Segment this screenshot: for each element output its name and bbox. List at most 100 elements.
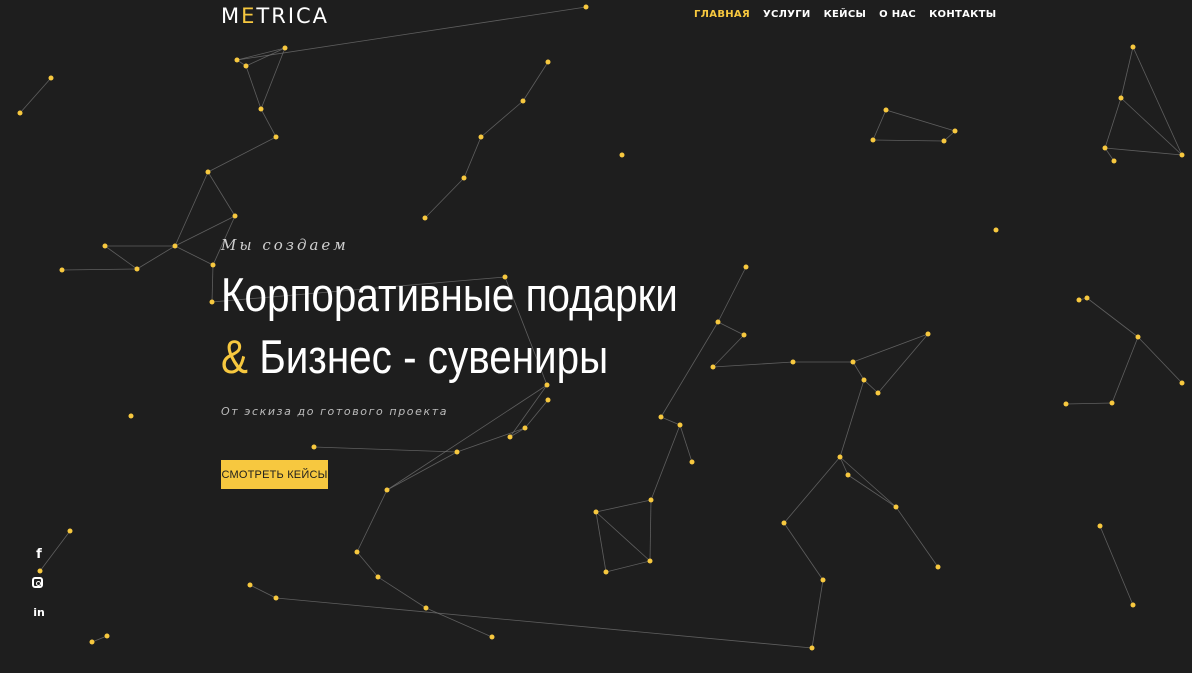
network-line bbox=[717, 321, 745, 336]
network-dot bbox=[489, 634, 495, 640]
network-dot bbox=[875, 390, 881, 396]
network-dot bbox=[790, 359, 796, 365]
network-dot bbox=[478, 134, 484, 140]
network-line bbox=[852, 361, 865, 381]
network-dot bbox=[870, 137, 876, 143]
network-dot bbox=[273, 134, 279, 140]
network-line bbox=[509, 384, 548, 438]
network-line bbox=[1099, 525, 1134, 606]
network-dot bbox=[209, 299, 215, 305]
linkedin-icon[interactable]: in bbox=[31, 604, 47, 621]
network-line bbox=[61, 268, 138, 271]
instagram-icon[interactable] bbox=[31, 575, 47, 592]
network-dot bbox=[603, 569, 609, 575]
network-line bbox=[356, 489, 388, 553]
network-line bbox=[872, 109, 887, 141]
network-dot bbox=[1063, 401, 1069, 407]
network-line bbox=[885, 109, 956, 132]
network-line bbox=[712, 334, 745, 368]
network-dot bbox=[1130, 44, 1136, 50]
network-line bbox=[595, 511, 607, 573]
network-dot bbox=[1179, 380, 1185, 386]
network-line bbox=[136, 245, 176, 270]
network-line bbox=[1132, 46, 1183, 156]
network-dot bbox=[1076, 297, 1082, 303]
network-line bbox=[839, 456, 849, 476]
network-dot bbox=[1084, 295, 1090, 301]
network-line bbox=[249, 584, 277, 599]
network-line bbox=[356, 551, 379, 578]
network-line bbox=[211, 264, 214, 303]
network-dot bbox=[375, 574, 381, 580]
network-line bbox=[425, 607, 493, 638]
network-dot bbox=[820, 577, 826, 583]
network-dot bbox=[710, 364, 716, 370]
hero-title-ampersand: & bbox=[221, 330, 248, 383]
network-dot bbox=[89, 639, 95, 645]
network-line bbox=[1137, 336, 1183, 384]
network-dot bbox=[741, 332, 747, 338]
network-dot bbox=[461, 175, 467, 181]
network-line bbox=[19, 77, 52, 114]
network-line bbox=[275, 597, 813, 649]
network-line bbox=[207, 136, 277, 173]
network-dot bbox=[1130, 602, 1136, 608]
nav-services[interactable]: УСЛУГИ bbox=[763, 9, 811, 20]
network-line bbox=[1120, 97, 1183, 156]
network-line bbox=[424, 177, 465, 219]
network-line bbox=[650, 424, 681, 501]
network-line bbox=[386, 384, 548, 491]
network-dot bbox=[234, 57, 240, 63]
nav-about[interactable]: О НАС bbox=[879, 9, 916, 20]
network-line bbox=[595, 499, 652, 513]
network-dot bbox=[258, 106, 264, 112]
network-line bbox=[717, 266, 747, 323]
network-dot bbox=[1135, 334, 1141, 340]
network-dot bbox=[247, 582, 253, 588]
network-dot bbox=[210, 262, 216, 268]
network-dot bbox=[952, 128, 958, 134]
hero-subtitle: От эскиза до готового проекта bbox=[221, 405, 449, 418]
network-dot bbox=[102, 243, 108, 249]
network-dot bbox=[1102, 145, 1108, 151]
facebook-icon[interactable]: f bbox=[31, 546, 47, 563]
network-dot bbox=[104, 633, 110, 639]
network-dot bbox=[384, 487, 390, 493]
metrica-logo[interactable]: METRICA bbox=[221, 4, 329, 28]
network-dot bbox=[743, 264, 749, 270]
network-line bbox=[522, 61, 549, 102]
network-dot bbox=[422, 215, 428, 221]
network-dot bbox=[48, 75, 54, 81]
network-dot bbox=[925, 331, 931, 337]
network-dot bbox=[1111, 158, 1117, 164]
network-dot bbox=[282, 45, 288, 51]
nav-home[interactable]: ГЛАВНАЯ bbox=[694, 9, 750, 20]
network-line bbox=[811, 579, 824, 649]
network-dot bbox=[1097, 523, 1103, 529]
network-line bbox=[872, 139, 945, 142]
network-dot bbox=[545, 397, 551, 403]
hero-title: Корпоративные подарки & Бизнес - сувенир… bbox=[221, 264, 678, 388]
network-line bbox=[660, 416, 681, 426]
network-line bbox=[1111, 336, 1139, 404]
network-dot bbox=[1118, 95, 1124, 101]
nav-contacts[interactable]: КОНТАКТЫ bbox=[929, 9, 996, 20]
network-dot bbox=[545, 59, 551, 65]
network-dot bbox=[354, 549, 360, 555]
network-dot bbox=[1179, 152, 1185, 158]
network-dot bbox=[507, 434, 513, 440]
network-dot bbox=[17, 110, 23, 116]
network-dot bbox=[583, 4, 589, 10]
nav-cases[interactable]: КЕЙСЫ bbox=[824, 9, 867, 20]
network-line bbox=[605, 560, 651, 573]
logo-text-suffix: TRICA bbox=[256, 4, 330, 28]
network-line bbox=[463, 136, 482, 179]
network-dot bbox=[715, 319, 721, 325]
network-dot bbox=[243, 63, 249, 69]
network-dot bbox=[520, 98, 526, 104]
network-dot bbox=[837, 454, 843, 460]
network-dot bbox=[941, 138, 947, 144]
network-line bbox=[712, 361, 794, 368]
network-line bbox=[386, 451, 458, 491]
view-cases-button[interactable]: СМОТРЕТЬ КЕЙСЫ bbox=[221, 460, 328, 489]
